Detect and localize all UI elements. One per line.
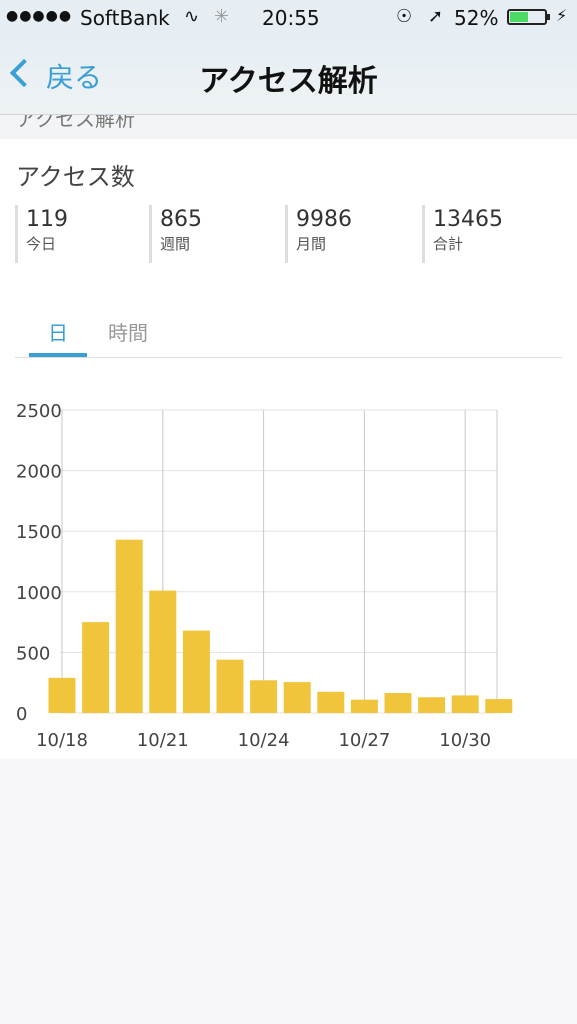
stat-label: 週間	[160, 235, 191, 253]
page-title: アクセス解析	[199, 64, 378, 99]
bar	[250, 680, 278, 713]
carrier-name: SoftBank	[80, 6, 170, 30]
tab-divider	[15, 357, 562, 358]
access-card: アクセス数 119 今日 865 週間 9986 月間 13465 合計 日 時…	[0, 139, 577, 759]
orientation-lock-icon: ☉	[396, 6, 413, 27]
stat-label: 今日	[26, 235, 57, 253]
battery-icon	[507, 9, 550, 25]
x-tick-label: 10/30	[439, 730, 491, 751]
status-bar: ●●●●● SoftBank ∿ ✳ 20:55 ☉ ➚ 52% ⚡	[0, 0, 577, 36]
y-tick-label: 1500	[16, 522, 62, 543]
x-tick-label: 10/27	[338, 730, 390, 751]
stat-value: 9986	[296, 207, 352, 232]
bar	[216, 659, 244, 713]
x-tick-label: 10/24	[238, 730, 290, 751]
bar	[115, 539, 143, 713]
bar	[182, 630, 210, 713]
bar	[149, 590, 177, 713]
stat-value: 865	[160, 207, 202, 232]
stat-today: 119 今日	[15, 205, 68, 263]
access-count-heading: アクセス数	[16, 163, 135, 191]
bar	[317, 691, 345, 713]
wifi-icon: ∿	[184, 6, 200, 27]
bar	[451, 695, 479, 713]
navigation-bar: 戻る アクセス解析	[0, 36, 577, 115]
bar	[418, 697, 446, 713]
signal-strength-icon: ●●●●●	[6, 8, 73, 24]
daily-access-bar-chart: 0 500 1000 1500 2000 2500 10/18 10/21 10/24 10/27…	[16, 401, 513, 751]
bar	[82, 622, 110, 713]
stat-label: 合計	[433, 235, 464, 253]
tab-hour[interactable]: 時間	[100, 317, 156, 346]
bar	[350, 699, 378, 713]
stat-total: 13465 合計	[422, 205, 503, 263]
y-tick-label: 500	[16, 643, 50, 664]
stat-week: 865 週間	[149, 205, 202, 263]
y-tick-label: 2500	[16, 401, 62, 422]
bar	[283, 682, 311, 713]
y-tick-label: 2000	[16, 462, 62, 483]
stat-label: 月間	[296, 235, 327, 253]
bar	[485, 699, 513, 713]
charging-bolt-icon: ⚡	[556, 6, 568, 25]
scrolled-section-header: アクセス解析	[0, 115, 577, 139]
battery-percent: 52%	[454, 6, 499, 30]
activity-spinner-icon: ✳	[214, 6, 230, 27]
x-tick-label: 10/18	[36, 730, 88, 751]
y-tick-label: 1000	[16, 583, 62, 604]
bar	[384, 693, 412, 713]
bar	[48, 677, 76, 713]
x-tick-label: 10/21	[137, 730, 189, 751]
stat-value: 13465	[433, 207, 503, 232]
status-time: 20:55	[262, 6, 320, 30]
y-tick-label: 0	[16, 704, 27, 725]
scrolled-header-text: アクセス解析	[16, 115, 135, 131]
battery-fill	[510, 12, 528, 22]
tab-day[interactable]: 日	[30, 317, 86, 346]
stat-value: 119	[26, 207, 68, 232]
stat-month: 9986 月間	[285, 205, 352, 263]
location-arrow-icon: ➚	[428, 6, 444, 27]
